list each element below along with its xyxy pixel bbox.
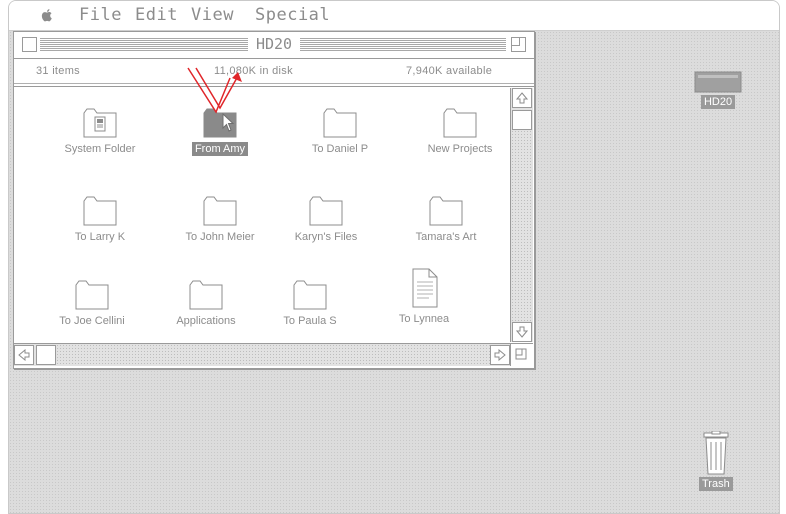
menu-file[interactable]: File [79,5,122,25]
file-label: To Daniel P [311,143,369,155]
annotation-arrow-icon [187,67,242,114]
folder-icon [443,108,477,138]
folder-icon [429,196,463,226]
desktop: HD20 31 items 11,080K in disk 7,940K ava… [9,31,779,513]
file-label: New Projects [427,143,493,155]
window-content: System Folder From Amy To Daniel P New P… [14,67,509,342]
folder-icon [323,108,357,138]
file-label: From Amy [191,142,249,156]
file-icon-to-daniel-p[interactable]: To Daniel P [280,108,400,188]
title-bar[interactable]: HD20 [14,32,534,59]
file-label: Tamara's Art [415,231,477,243]
disk-label: HD20 [700,95,736,109]
desktop-disk-icon[interactable]: HD20 [693,71,743,109]
mouse-pointer-icon [222,113,235,132]
file-icon-tamaras-art[interactable]: Tamara's Art [386,196,506,276]
file-icon-to-larry-k[interactable]: To Larry K [40,196,160,276]
screen: File Edit View Special HD20 31 items 11,… [8,0,780,514]
menu-edit[interactable]: Edit [135,5,178,25]
disk-available: 7,940K available [406,65,493,77]
arrow-up-icon [516,92,528,104]
folder-icon [203,196,237,226]
folder-icon [83,196,117,226]
window-title: HD20 [247,35,301,53]
horizontal-scroll-thumb[interactable] [36,345,56,365]
file-label: Karyn's Files [294,231,358,243]
apple-icon[interactable] [39,7,55,23]
scroll-right-button[interactable] [490,345,510,365]
folder-icon [293,280,327,310]
info-bar: 31 items 11,080K in disk 7,940K availabl… [14,59,534,87]
vertical-scrollbar[interactable] [510,88,533,342]
file-icon-to-lynnea[interactable]: To Lynnea [364,268,484,348]
file-label: System Folder [64,143,136,155]
menu-special[interactable]: Special [255,5,330,25]
trash-label: Trash [699,477,733,491]
resize-icon [515,348,527,360]
size-box-button[interactable] [510,343,533,366]
folder-icon [309,196,343,226]
file-icon-new-projects[interactable]: New Projects [400,108,520,188]
file-icon-karyns-files[interactable]: Karyn's Files [266,196,386,276]
trash-icon [703,431,729,475]
menu-view[interactable]: View [191,5,234,25]
file-label: To Lynnea [398,313,450,325]
vertical-scroll-thumb[interactable] [512,110,532,130]
file-label: To Paula S [283,315,337,327]
scroll-up-button[interactable] [512,88,532,108]
hard-disk-icon [694,71,742,93]
folder-icon [75,280,109,310]
file-label: To John Meier [185,231,255,243]
folder-icon [189,280,223,310]
trash-can[interactable]: Trash [699,431,733,491]
scroll-left-button[interactable] [14,345,34,365]
finder-window: HD20 31 items 11,080K in disk 7,940K ava… [13,31,535,369]
system-folder-icon [83,108,117,138]
file-label: To Larry K [74,231,126,243]
document-icon [412,268,438,308]
horizontal-scrollbar[interactable] [14,343,510,366]
arrow-left-icon [18,349,30,361]
file-label: To Joe Cellini [59,315,125,327]
items-count: 31 items [36,65,80,77]
file-icon-to-john-meier[interactable]: To John Meier [160,196,280,276]
arrow-down-icon [516,326,528,338]
menu-bar: File Edit View Special [9,1,779,31]
file-icon-system-folder[interactable]: System Folder [40,108,160,188]
scroll-down-button[interactable] [512,322,532,342]
arrow-right-icon [494,349,506,361]
file-label: Applications [176,315,236,327]
